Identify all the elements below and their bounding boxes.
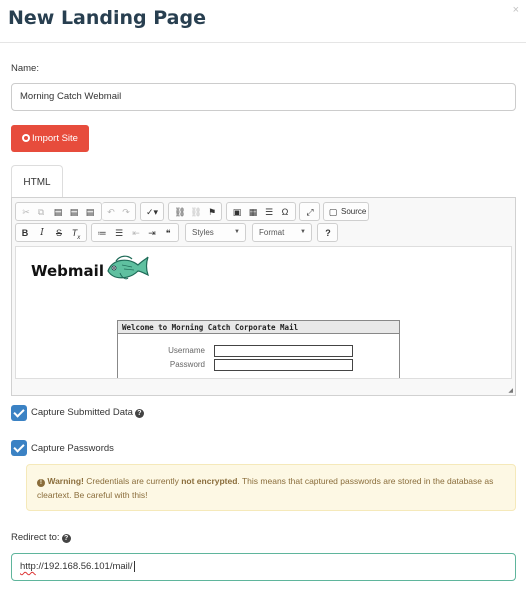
italic-icon[interactable]: I	[35, 226, 49, 240]
unlink-icon[interactable]: ⛓	[189, 205, 203, 219]
remove-format-icon[interactable]: Tx	[69, 226, 83, 241]
indent-icon[interactable]: ⇥	[145, 226, 159, 240]
help-button[interactable]: ?	[317, 223, 338, 242]
help-icon[interactable]: ?	[61, 534, 71, 543]
paste-icon[interactable]: ▤	[51, 205, 65, 219]
bulleted-list-icon[interactable]: ☰	[112, 226, 126, 240]
chevron-down-icon: ▼	[300, 229, 306, 235]
capture-passwords-checkbox[interactable]	[11, 440, 27, 456]
warning-strong: Warning!	[47, 476, 84, 486]
editor-content-area[interactable]: Webmail Welcome to Morning Catch Corpora…	[15, 246, 512, 379]
username-field-preview	[214, 345, 353, 357]
cut-icon[interactable]: ✂	[19, 205, 33, 219]
capture-data-checkbox[interactable]	[11, 405, 27, 421]
format-dropdown[interactable]: Format ▼	[252, 223, 312, 242]
tab-html[interactable]: HTML	[11, 165, 63, 198]
password-field-preview	[214, 359, 353, 371]
import-site-button[interactable]: Import Site	[11, 125, 89, 152]
horizontal-rule-icon[interactable]: ☰	[262, 205, 276, 219]
capture-data-label: Capture Submitted Data?	[31, 407, 144, 418]
special-char-icon[interactable]: Ω	[278, 205, 292, 219]
close-icon[interactable]: ×	[513, 4, 519, 16]
maximize-icon[interactable]: ⤢	[303, 205, 317, 219]
globe-icon	[22, 133, 31, 142]
chevron-down-icon: ▼	[234, 229, 240, 235]
copy-icon[interactable]: ⧉	[34, 205, 48, 219]
help-icon: ?	[325, 228, 331, 238]
html-editor: ✂ ⧉ ▤ ▤ ▤ ↶ ↷ ✓▾ ⛓ ⛓ ⚑ ▣ ▦ ☰ Ω ⤢ ▢ Sourc…	[11, 197, 516, 396]
format-label: Format	[259, 228, 285, 237]
help-icon[interactable]: ?	[134, 409, 144, 418]
name-input[interactable]: Morning Catch Webmail	[11, 83, 516, 111]
anchor-icon[interactable]: ⚑	[205, 205, 219, 219]
paste-text-icon[interactable]: ▤	[67, 205, 81, 219]
undo-group: ↶ ↷	[102, 202, 136, 221]
numbered-list-icon[interactable]: ≔	[95, 226, 109, 240]
username-label: Username	[168, 346, 205, 355]
styles-dropdown[interactable]: Styles ▼	[185, 223, 246, 242]
paragraph-group: ≔ ☰ ⇤ ⇥ ❝	[91, 223, 179, 242]
bold-icon[interactable]: B	[18, 226, 32, 240]
outdent-icon[interactable]: ⇤	[129, 226, 143, 240]
password-label: Password	[169, 360, 205, 369]
clipboard-group: ✂ ⧉ ▤ ▤ ▤	[15, 202, 102, 221]
styles-label: Styles	[192, 228, 214, 237]
redirect-input[interactable]: http://192.168.56.101/mail/	[11, 553, 516, 581]
insert-group: ▣ ▦ ☰ Ω	[226, 202, 296, 221]
spellcheck-icon[interactable]: ✓▾	[145, 205, 159, 219]
source-icon: ▢	[328, 207, 338, 217]
blockquote-icon[interactable]: ❝	[161, 226, 175, 240]
warning-emphasis: not encrypted	[181, 476, 238, 486]
warning-alert: ! Warning! Credentials are currently not…	[26, 464, 516, 511]
import-site-label: Import Site	[32, 133, 78, 144]
webmail-title: Webmail	[31, 262, 104, 280]
spellcheck-group: ✓▾	[140, 202, 164, 221]
image-icon[interactable]: ▣	[230, 205, 244, 219]
warning-text-1: Credentials are currently	[83, 476, 182, 486]
login-heading: Welcome to Morning Catch Corporate Mail	[118, 321, 399, 334]
text-cursor	[133, 561, 135, 572]
modal-header: New Landing Page ×	[0, 0, 526, 43]
warning-icon: !	[37, 479, 45, 487]
link-group: ⛓ ⛓ ⚑	[168, 202, 222, 221]
capture-passwords-label: Capture Passwords	[31, 443, 114, 454]
undo-icon[interactable]: ↶	[104, 205, 118, 219]
redo-icon[interactable]: ↷	[119, 205, 133, 219]
redirect-scheme: http	[20, 561, 36, 572]
table-icon[interactable]: ▦	[246, 205, 260, 219]
source-button[interactable]: ▢ Source	[323, 202, 369, 221]
modal-title: New Landing Page	[8, 7, 206, 29]
capture-data-label-text: Capture Submitted Data	[31, 407, 133, 418]
redirect-label: Redirect to:?	[11, 532, 71, 543]
login-form-preview: Welcome to Morning Catch Corporate Mail …	[117, 320, 400, 378]
paste-word-icon[interactable]: ▤	[83, 205, 97, 219]
name-label: Name:	[11, 63, 39, 74]
basic-style-group: B I S Tx	[15, 223, 87, 242]
fish-logo-icon	[107, 255, 150, 280]
strike-icon[interactable]: S	[52, 226, 66, 240]
redirect-label-text: Redirect to:	[11, 532, 60, 543]
link-icon[interactable]: ⛓	[173, 205, 187, 219]
source-label: Source	[341, 207, 367, 216]
resize-handle[interactable]: ◢	[508, 387, 513, 394]
maximize-group: ⤢	[299, 202, 320, 221]
redirect-rest: ://192.168.56.101/mail/	[35, 561, 133, 572]
